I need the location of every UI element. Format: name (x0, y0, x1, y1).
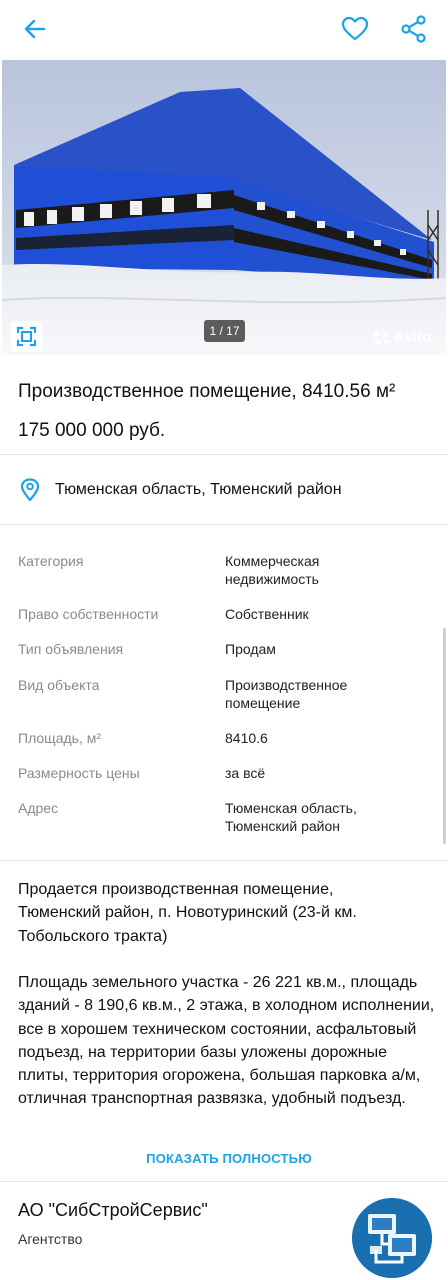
param-label-address: Адрес (18, 800, 59, 816)
divider (0, 524, 448, 525)
divider (0, 454, 448, 455)
param-value-ad-type: Продам (225, 641, 276, 657)
fullscreen-button[interactable] (11, 321, 42, 352)
watermark-text: Avito (394, 329, 431, 346)
arrow-left-icon[interactable] (20, 14, 50, 44)
param-label-area: Площадь, м² (18, 730, 102, 746)
divider (0, 860, 448, 861)
company-logo-icon (352, 1198, 432, 1278)
param-value-object-type: Производственное помещение (225, 677, 348, 711)
description-paragraph-1: Продается производственная помещение, Тю… (18, 881, 357, 945)
location-text[interactable]: Тюменская область, Тюменский район (55, 480, 342, 500)
seller-name[interactable]: АО "СибСтройСервис" (18, 1199, 208, 1221)
show-more-button[interactable]: ПОКАЗАТЬ ПОЛНОСТЬЮ (0, 1151, 448, 1166)
photo-counter: 1 / 17 (204, 320, 245, 342)
param-label-ad-type: Тип объявления (18, 641, 124, 657)
param-label-object-type: Вид объекта (18, 677, 100, 693)
param-value-price-unit: за всё (225, 765, 266, 781)
param-label-category: Категория (18, 553, 84, 569)
map-pin-icon (20, 478, 40, 502)
listing-price: 175 000 000 руб. (18, 420, 166, 441)
photo-gallery[interactable] (2, 60, 446, 355)
expand-frame-icon (16, 326, 37, 347)
avito-watermark: Avito (372, 328, 442, 348)
seller-type: Агентство (18, 1231, 83, 1247)
top-bar (0, 0, 448, 58)
param-label-price-unit: Размерность цены (18, 765, 140, 781)
param-value-area: 8410.6 (225, 730, 268, 746)
heart-outline-icon[interactable] (340, 14, 370, 44)
param-value-category: Коммерческая недвижимость (225, 553, 320, 587)
param-value-address: Тюменская область, Тюменский район (225, 800, 357, 834)
avito-logo-icon (374, 331, 389, 346)
scrollbar[interactable] (443, 628, 446, 844)
seller-avatar[interactable] (352, 1198, 432, 1278)
building-photo (2, 60, 446, 355)
description-paragraph-2: Площадь земельного участка - 26 221 кв.м… (18, 974, 435, 1108)
divider (0, 1181, 448, 1182)
listing-title: Производственное помещение, 8410.56 м² (18, 381, 396, 402)
param-value-ownership: Собственник (225, 606, 309, 622)
param-label-ownership: Право собственности (18, 606, 159, 622)
share-icon[interactable] (399, 14, 429, 44)
